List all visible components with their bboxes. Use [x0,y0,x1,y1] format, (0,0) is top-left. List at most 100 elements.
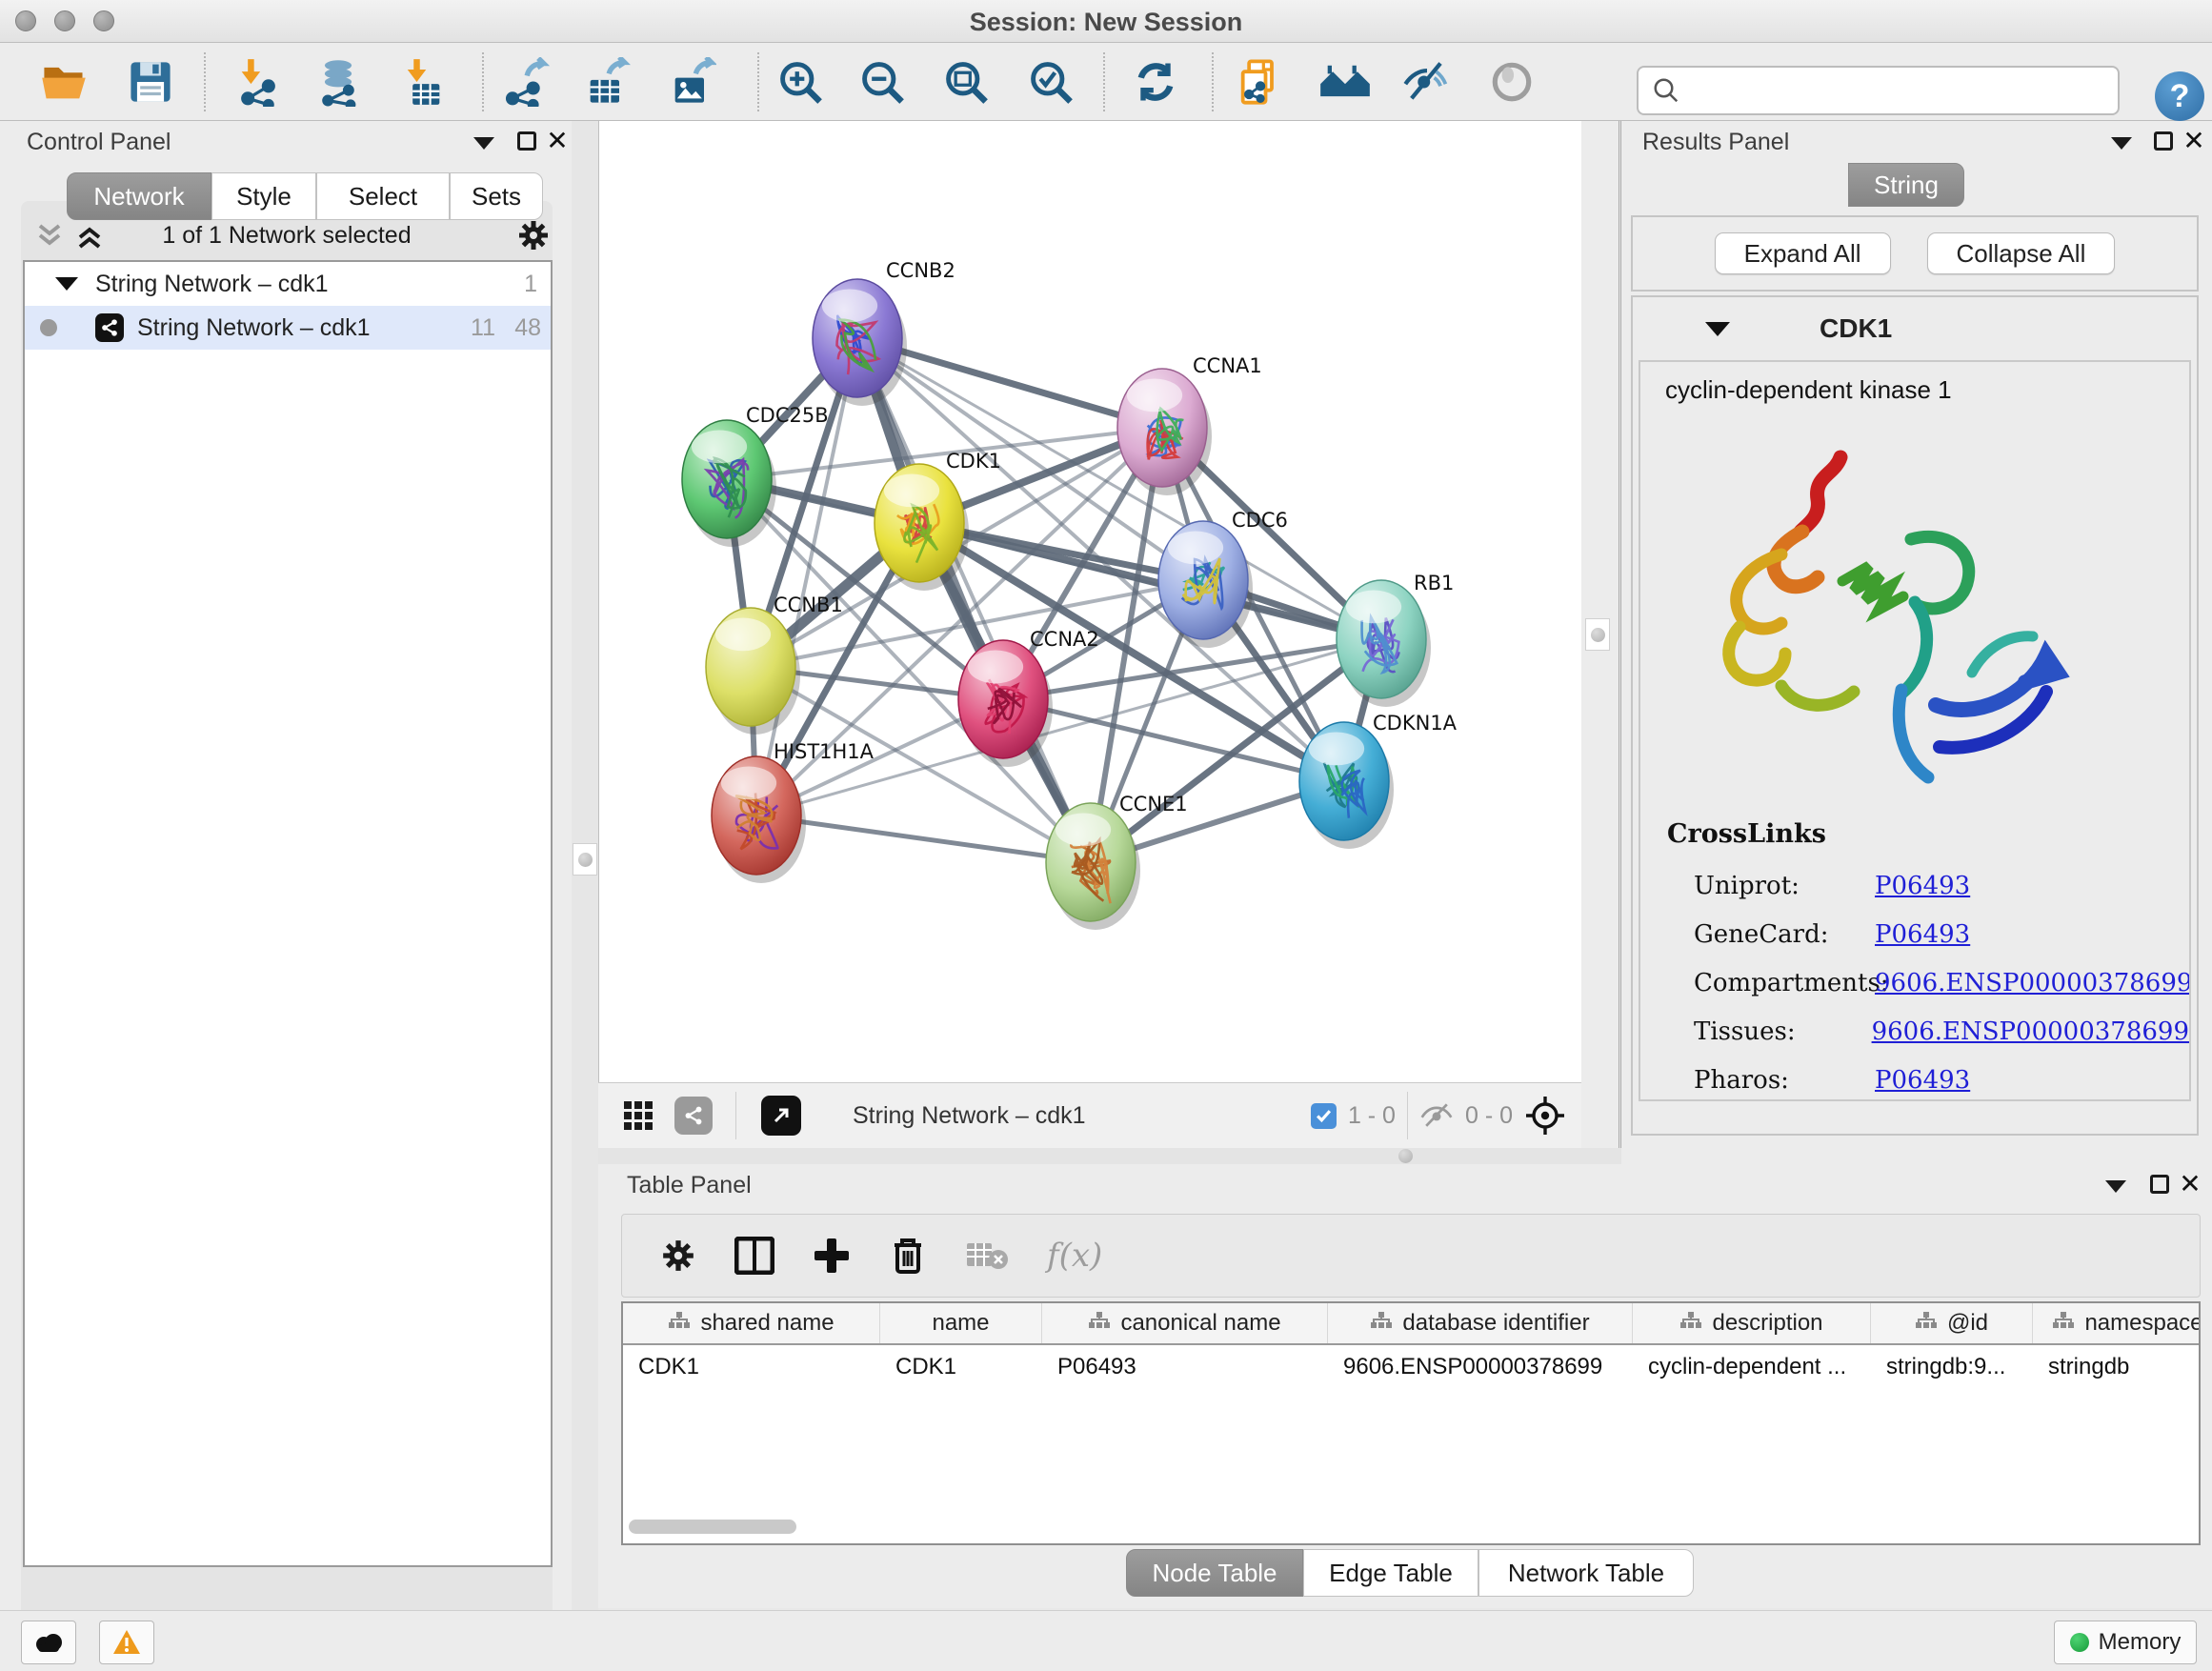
network-node-cdkn1a[interactable]: CDKN1A [1299,712,1458,849]
hide-eye-icon[interactable] [1400,54,1454,110]
tab-network-table[interactable]: Network Table [1478,1549,1694,1597]
results-panel-menu-button[interactable] [2109,131,2134,155]
grid-mode-icon[interactable] [623,1100,654,1131]
crosslink-value-link[interactable]: P06493 [1875,920,1970,949]
gear-icon[interactable] [516,218,551,252]
refresh-icon[interactable] [1129,54,1182,110]
column-header[interactable]: shared name [623,1303,880,1343]
network-node-cdc25b[interactable]: CDC25B [682,404,829,547]
eye-sphere-icon[interactable] [1485,54,1538,110]
network-node-ccnb2[interactable]: CCNB2 [813,259,955,406]
table-panel-menu-button[interactable] [2103,1174,2128,1198]
table-cell[interactable]: stringdb:9... [1871,1354,2033,1380]
network-node-hist1h1a[interactable]: HIST1H1A [712,740,875,883]
control-panel-float-button[interactable] [514,129,539,153]
function-builder-icon[interactable]: f(x) [1047,1237,1102,1275]
tab-select[interactable]: Select [316,172,450,220]
column-header[interactable]: canonical name [1042,1303,1328,1343]
control-panel-menu-button[interactable] [472,131,496,155]
add-column-icon[interactable] [813,1237,851,1275]
column-header[interactable]: database identifier [1328,1303,1633,1343]
zoom-fit-icon[interactable] [939,54,993,110]
crosshair-icon[interactable] [1524,1095,1566,1137]
network-node-ccnb1[interactable]: CCNB1 [706,594,843,735]
right-splitter[interactable] [1581,121,1621,1164]
import-table-file-icon[interactable] [396,54,450,110]
gene-section-header[interactable]: CDK1 [1633,297,2197,360]
network-edge[interactable] [756,815,1091,862]
network-row-selected[interactable]: String Network – cdk1 11 48 [25,306,551,350]
table-cell[interactable]: stringdb [2033,1354,2201,1380]
import-network-database-icon[interactable] [312,54,365,110]
tab-node-table[interactable]: Node Table [1126,1549,1303,1597]
help-icon[interactable]: ? [2155,71,2204,121]
table-cell[interactable]: CDK1 [623,1354,880,1380]
table-panel-close-button[interactable]: ✕ [2178,1172,2202,1197]
search-input[interactable] [1637,66,2120,115]
control-panel-close-button[interactable]: ✕ [545,129,570,153]
network-canvas[interactable]: CCNB2 CCNA1 CDC25B CDK1 CDC6 RB1 CCNB1 CCNA2 CDK… [599,121,1582,1082]
crosslink-value-link[interactable]: P06493 [1875,1066,1970,1095]
open-session-icon[interactable] [37,54,90,110]
crosslink-value-link[interactable]: 9606.ENSP00000378699 [1875,969,2191,997]
network-edge[interactable] [857,338,1091,862]
table-gear-icon[interactable] [660,1238,696,1274]
export-network-icon[interactable] [498,54,552,110]
gene-disclosure-icon[interactable] [1705,322,1730,336]
column-header[interactable]: @id [1871,1303,2033,1343]
memory-button[interactable]: Memory [2054,1621,2197,1664]
network-node-ccna1[interactable]: CCNA1 [1117,354,1262,495]
tab-network[interactable]: Network [67,172,211,220]
network-node-cdc6[interactable]: CDC6 [1158,509,1288,648]
table-panel-float-button[interactable] [2147,1172,2172,1197]
zoom-out-icon[interactable] [855,54,909,110]
tab-style[interactable]: Style [211,172,316,220]
collection-disclosure-icon[interactable] [55,277,78,291]
export-table-icon[interactable] [580,54,633,110]
expand-all-button[interactable]: Expand All [1715,232,1891,274]
column-header[interactable]: name [880,1303,1042,1343]
hidden-eye-icon[interactable] [1419,1101,1454,1130]
warning-status-button[interactable] [99,1621,154,1664]
network-view-mode-icon[interactable] [674,1097,713,1135]
import-network-file-icon[interactable] [231,54,285,110]
results-panel-float-button[interactable] [2151,129,2176,153]
network-node-cdk1[interactable]: CDK1 [875,450,1001,591]
left-splitter[interactable] [572,121,598,1610]
cloud-status-button[interactable] [21,1621,76,1664]
network-collection-row[interactable]: String Network – cdk1 1 [25,262,551,306]
zoom-in-icon[interactable] [774,54,827,110]
table-cell[interactable]: CDK1 [880,1354,1042,1380]
network-node-rb1[interactable]: RB1 [1337,572,1454,707]
selected-checkbox-icon[interactable] [1311,1103,1337,1129]
tab-string[interactable]: String [1848,163,1964,207]
table-cell[interactable]: P06493 [1042,1354,1328,1380]
home-panel-icon[interactable] [1318,54,1372,110]
zoom-selected-icon[interactable] [1024,54,1077,110]
collapse-all-button[interactable]: Collapse All [1927,232,2116,274]
tab-edge-table[interactable]: Edge Table [1303,1549,1478,1597]
column-header[interactable]: description [1633,1303,1871,1343]
network-view[interactable]: CCNB2 CCNA1 CDC25B CDK1 CDC6 RB1 CCNB1 CCNA2 CDK… [598,121,1581,1082]
table-hscrollbar[interactable] [629,1520,796,1534]
delete-table-icon[interactable] [965,1239,1009,1272]
delete-column-icon[interactable] [889,1236,927,1276]
crosslink-value-link[interactable]: P06493 [1875,872,1970,900]
clone-network-icon[interactable] [1233,54,1286,110]
node-table-header: shared namenamecanonical namedatabase id… [623,1303,2199,1345]
column-type-icon [1915,1310,1938,1337]
export-image-icon[interactable] [665,54,718,110]
birdseye-toggle-icon[interactable] [761,1096,801,1136]
crosslink-value-link[interactable]: 9606.ENSP00000378699 [1872,1017,2189,1046]
save-session-icon[interactable] [124,54,177,110]
table-cell[interactable]: 9606.ENSP00000378699 [1328,1354,1633,1380]
column-header[interactable]: namespace [2033,1303,2201,1343]
network-node-ccna2[interactable]: CCNA2 [958,628,1099,767]
column-type-icon [1088,1310,1111,1337]
select-columns-icon[interactable] [734,1237,774,1275]
network-node-ccne1[interactable]: CCNE1 [1046,793,1188,930]
tab-sets[interactable]: Sets [450,172,543,220]
results-panel-close-button[interactable]: ✕ [2182,129,2206,153]
table-cell[interactable]: cyclin-dependent ... [1633,1354,1871,1380]
table-row[interactable]: CDK1CDK1P064939606.ENSP00000378699cyclin… [623,1345,2199,1389]
